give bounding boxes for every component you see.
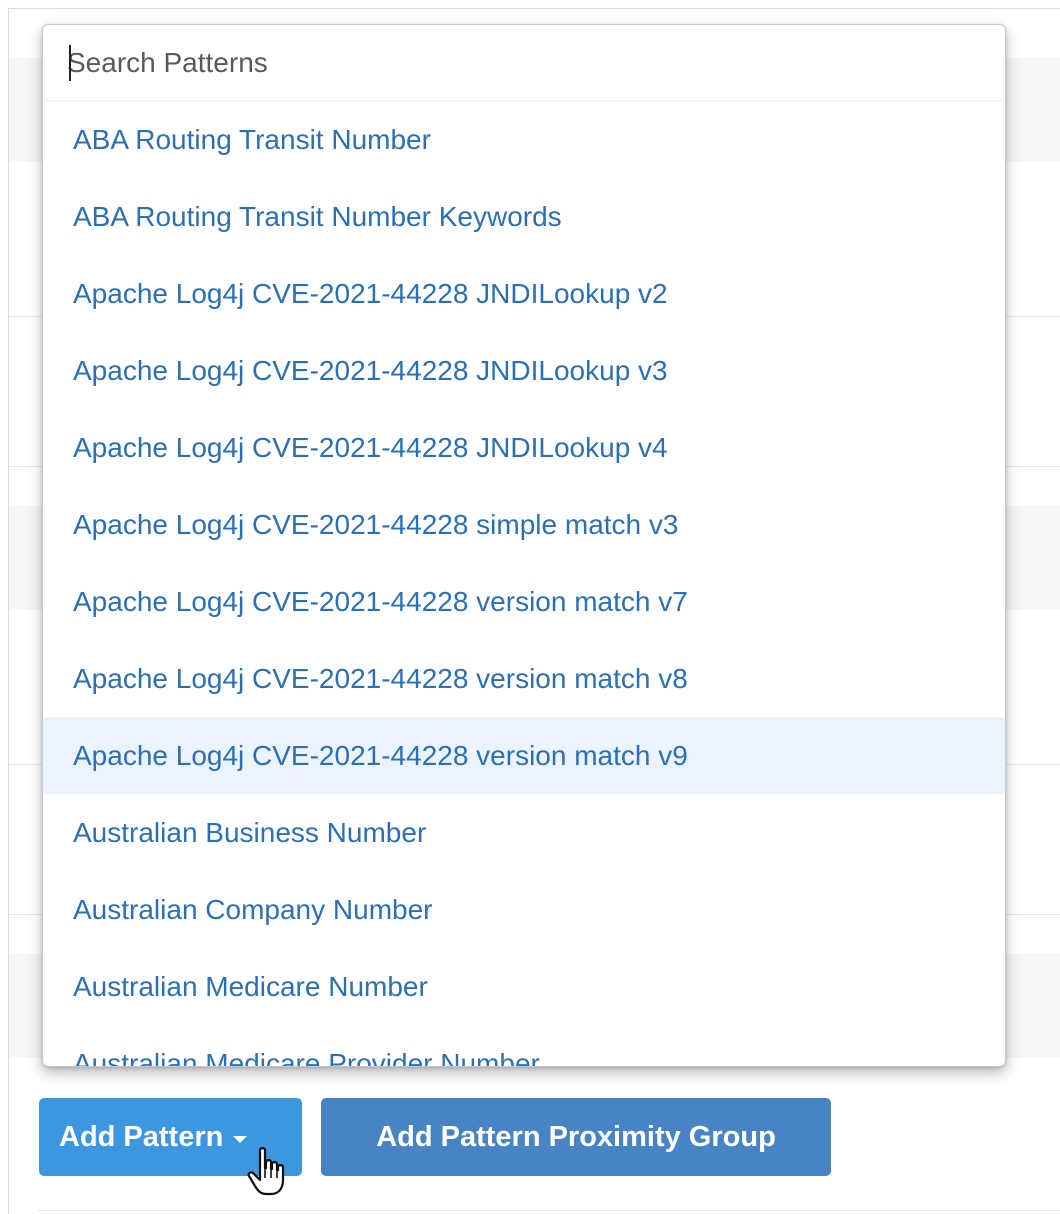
text-caret: [69, 45, 71, 81]
search-patterns-input[interactable]: [67, 43, 967, 83]
pattern-option[interactable]: Australian Company Number: [43, 871, 1005, 948]
chevron-down-icon: [233, 1135, 248, 1143]
pattern-option[interactable]: Apache Log4j CVE-2021-44228 JNDILookup v…: [43, 332, 1005, 409]
add-pattern-label: Add Pattern: [59, 1120, 224, 1153]
pattern-option[interactable]: ABA Routing Transit Number Keywords: [43, 178, 1005, 255]
pattern-option[interactable]: ABA Routing Transit Number: [43, 101, 1005, 178]
pattern-option[interactable]: Apache Log4j CVE-2021-44228 version matc…: [43, 717, 1005, 794]
pattern-dropdown-menu: ABA Routing Transit NumberABA Routing Tr…: [42, 24, 1006, 1067]
search-container: [43, 25, 1005, 101]
hand-cursor-icon: [247, 1147, 285, 1196]
pattern-option[interactable]: Australian Medicare Provider Number: [43, 1025, 1005, 1066]
add-pattern-proximity-group-button[interactable]: Add Pattern Proximity Group: [321, 1098, 831, 1176]
pattern-list: ABA Routing Transit Number ABA Routing Tr…: [43, 101, 1005, 1066]
pattern-option[interactable]: Apache Log4j CVE-2021-44228 simple match…: [43, 486, 1005, 563]
pattern-option[interactable]: Apache Log4j CVE-2021-44228 version matc…: [43, 640, 1005, 717]
background-divider: [38, 1210, 1060, 1211]
pattern-option[interactable]: Apache Log4j CVE-2021-44228 JNDILookup v…: [43, 409, 1005, 486]
pattern-option[interactable]: Australian Medicare Number: [43, 948, 1005, 1025]
pattern-option[interactable]: Apache Log4j CVE-2021-44228 version matc…: [43, 563, 1005, 640]
pattern-option[interactable]: Australian Business Number: [43, 794, 1005, 871]
pattern-option[interactable]: Apache Log4j CVE-2021-44228 JNDILookup v…: [43, 255, 1005, 332]
add-proximity-group-label: Add Pattern Proximity Group: [376, 1120, 776, 1153]
